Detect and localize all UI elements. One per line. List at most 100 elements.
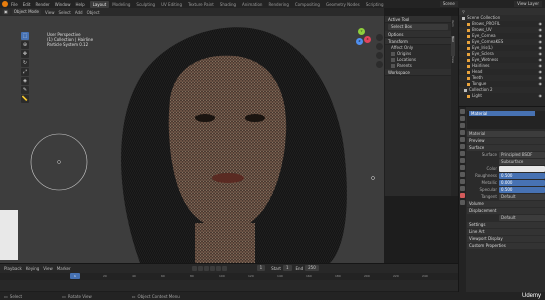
gizmo-z-icon[interactable]: Z — [356, 38, 363, 45]
settings-header[interactable]: Settings — [467, 222, 545, 228]
world-tab-icon[interactable] — [460, 144, 465, 149]
zoom-icon[interactable] — [376, 34, 383, 41]
tab-uv-editing[interactable]: UV Editing — [158, 1, 185, 8]
menu-render[interactable]: Render — [35, 2, 49, 7]
tab-view[interactable]: View — [451, 56, 455, 76]
custom-properties-header[interactable]: Custom Properties — [467, 243, 545, 249]
menu-keying[interactable]: Keying — [26, 266, 39, 271]
modifiers-tab-icon[interactable] — [460, 158, 465, 163]
play-icon[interactable] — [209, 265, 215, 271]
view-layer-tab-icon[interactable] — [460, 130, 465, 135]
material-slot-list[interactable]: Material — [467, 111, 545, 129]
pan-icon[interactable] — [376, 43, 383, 50]
physics-tab-icon[interactable] — [460, 172, 465, 177]
checkbox-icon[interactable] — [391, 52, 395, 56]
scale-icon[interactable]: ⤢ — [21, 68, 29, 76]
tab-sculpting[interactable]: Sculpting — [133, 1, 158, 8]
material-datablock[interactable]: Material — [467, 131, 545, 137]
scene-selector[interactable]: Scene — [439, 1, 458, 7]
output-tab-icon[interactable] — [460, 123, 465, 128]
view-layer-selector[interactable]: View Layer — [514, 1, 542, 7]
editor-type-icon[interactable]: ▣ — [2, 9, 10, 15]
tab-animation[interactable]: Animation — [239, 1, 265, 8]
checkbox-icon[interactable] — [391, 58, 395, 62]
roughness-field[interactable]: 0.500 — [499, 173, 545, 179]
material-name-field[interactable]: Material — [467, 131, 545, 137]
play-reverse-icon[interactable] — [203, 265, 209, 271]
start-frame-field[interactable]: 1 — [282, 265, 292, 271]
menu-select[interactable]: Select — [58, 10, 70, 15]
tab-modeling[interactable]: Modeling — [109, 1, 133, 8]
render-tab-icon[interactable] — [460, 116, 465, 121]
data-tab-icon[interactable] — [460, 186, 465, 191]
next-keyframe-icon[interactable] — [215, 265, 221, 271]
menu-help[interactable]: Help — [75, 2, 84, 7]
active-tool-header[interactable]: Active Tool — [385, 16, 451, 23]
preview-header[interactable]: Preview — [467, 138, 545, 144]
list-item[interactable]: Light ◉ — [459, 93, 545, 99]
current-frame-field[interactable]: 1 — [256, 265, 266, 271]
tool-tab-icon[interactable] — [460, 109, 465, 114]
camera-icon[interactable] — [376, 52, 383, 59]
end-frame-field[interactable]: 250 — [305, 265, 319, 271]
subsurface-field[interactable]: Subsurface — [499, 159, 545, 165]
base-color-swatch[interactable] — [499, 166, 545, 172]
scene-tab-icon[interactable] — [460, 137, 465, 142]
tangent-field[interactable]: Default — [499, 194, 545, 200]
gizmo-y-icon[interactable]: Y — [358, 28, 365, 35]
particles-tab-icon[interactable] — [460, 165, 465, 170]
material-slot[interactable]: Material — [469, 111, 535, 116]
measure-icon[interactable]: 📏 — [21, 95, 29, 103]
3d-cursor-icon[interactable] — [371, 176, 375, 180]
prev-keyframe-icon[interactable] — [197, 265, 203, 271]
timeline-ruler[interactable]: 0 20 40 60 80 100 120 140 160 180 200 22… — [0, 273, 458, 280]
menu-window[interactable]: Window — [55, 2, 71, 7]
constraints-tab-icon[interactable] — [460, 179, 465, 184]
menu-view[interactable]: View — [43, 266, 53, 271]
tab-rendering[interactable]: Rendering — [265, 1, 291, 8]
checkbox-icon[interactable] — [391, 64, 395, 68]
tab-texture-paint[interactable]: Texture Paint — [185, 1, 217, 8]
displacement-field[interactable]: Default — [499, 215, 545, 221]
cursor-icon[interactable]: ⊕ — [21, 41, 29, 49]
ortho-icon[interactable] — [376, 61, 383, 68]
menu-marker[interactable]: Marker — [57, 266, 71, 271]
options-header[interactable]: Options — [385, 31, 451, 38]
surface-shader-field[interactable]: Principled BSDF — [499, 152, 545, 158]
material-tab-icon[interactable] — [460, 193, 465, 198]
tab-tool[interactable]: Tool — [451, 36, 455, 56]
select-box-field[interactable]: Select Box — [388, 24, 448, 30]
3d-viewport[interactable]: ▣ Object Mode View Select Add Object ⬚ ⊕… — [0, 8, 384, 263]
specular-field[interactable]: 0.500 — [499, 187, 545, 193]
metallic-field[interactable]: 0.000 — [499, 180, 545, 186]
surface-header[interactable]: Surface — [467, 145, 545, 151]
tab-shading[interactable]: Shading — [217, 1, 239, 8]
object-tab-icon[interactable] — [460, 151, 465, 156]
mode-dropdown[interactable]: Object Mode — [11, 9, 41, 15]
tab-scripting[interactable]: Scripting — [363, 1, 387, 8]
annotate-icon[interactable]: ✎ — [21, 86, 29, 94]
line-art-header[interactable]: Line Art — [467, 229, 545, 235]
menu-edit[interactable]: Edit — [23, 2, 31, 7]
filter-icon[interactable]: ⚲ — [462, 9, 465, 14]
jump-start-icon[interactable] — [191, 265, 197, 271]
workspace-header[interactable]: Workspace — [385, 69, 451, 76]
menu-file[interactable]: File — [11, 2, 18, 7]
blender-logo-icon[interactable] — [2, 1, 8, 7]
tab-item[interactable]: Item — [451, 16, 455, 36]
select-box-icon[interactable]: ⬚ — [21, 32, 29, 40]
jump-end-icon[interactable] — [221, 265, 227, 271]
menu-add[interactable]: Add — [75, 10, 83, 15]
move-icon[interactable]: ✥ — [21, 50, 29, 58]
texture-tab-icon[interactable] — [460, 200, 465, 205]
transform-header[interactable]: Transform — [385, 38, 451, 45]
menu-object[interactable]: Object — [87, 10, 100, 15]
tab-compositing[interactable]: Compositing — [292, 1, 323, 8]
rotate-icon[interactable]: ↻ — [21, 59, 29, 67]
menu-playback[interactable]: Playback — [4, 266, 22, 271]
menu-view[interactable]: View — [45, 10, 55, 15]
displacement-header[interactable]: Displacement — [467, 208, 545, 214]
tab-geometry-nodes[interactable]: Geometry Nodes — [323, 1, 363, 8]
eye-icon[interactable]: ◉ — [539, 93, 543, 99]
volume-header[interactable]: Volume — [467, 201, 545, 207]
